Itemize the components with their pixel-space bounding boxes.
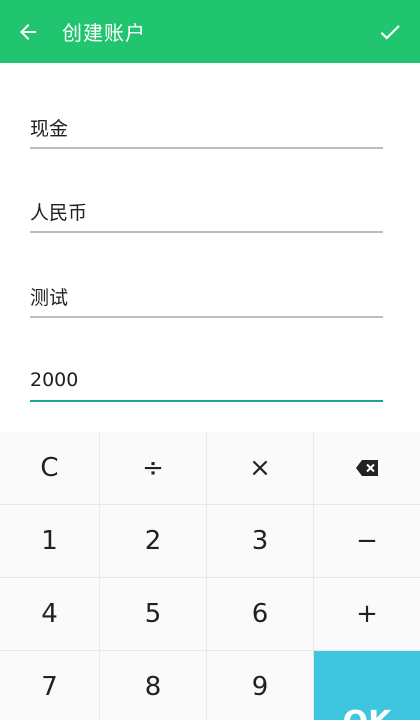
keypad-row: C ÷ × — [0, 432, 420, 505]
confirm-button[interactable] — [360, 0, 420, 63]
digit-key-6[interactable]: 6 — [207, 578, 314, 651]
ok-key-label: OK — [343, 705, 392, 720]
digit-key-5[interactable]: 5 — [100, 578, 207, 651]
digit-key-1[interactable]: 1 — [0, 505, 100, 578]
backspace-key[interactable] — [314, 432, 420, 505]
page-title: 创建账户 — [62, 21, 146, 45]
account-name-field[interactable]: 现金 — [30, 107, 383, 149]
multiply-key[interactable]: × — [207, 432, 314, 505]
currency-field[interactable]: 人民币 — [30, 191, 383, 233]
amount-field[interactable]: 2000 — [30, 360, 383, 402]
clear-key[interactable]: C — [0, 432, 100, 505]
digit-key-3[interactable]: 3 — [207, 505, 314, 578]
digit-key-7[interactable]: 7 — [0, 651, 100, 720]
keypad-row: 4 5 6 + — [0, 578, 420, 651]
keypad-row: 1 2 3 − — [0, 505, 420, 578]
check-icon — [380, 24, 400, 40]
arrow-left-icon — [20, 23, 36, 40]
divide-key[interactable]: ÷ — [100, 432, 207, 505]
backspace-icon — [356, 460, 378, 476]
digit-key-4[interactable]: 4 — [0, 578, 100, 651]
note-field[interactable]: 测试 — [30, 276, 383, 318]
ok-key[interactable]: OK — [314, 651, 420, 720]
digit-key-9[interactable]: 9 — [207, 651, 314, 720]
plus-key[interactable]: + — [314, 578, 420, 651]
app-bar: 创建账户 — [0, 0, 420, 63]
digit-key-2[interactable]: 2 — [100, 505, 207, 578]
back-button[interactable] — [0, 0, 56, 63]
number-keypad: C ÷ × 1 2 3 − 4 5 6 + 7 8 9 OK — [0, 432, 420, 720]
minus-key[interactable]: − — [314, 505, 420, 578]
digit-key-8[interactable]: 8 — [100, 651, 207, 720]
